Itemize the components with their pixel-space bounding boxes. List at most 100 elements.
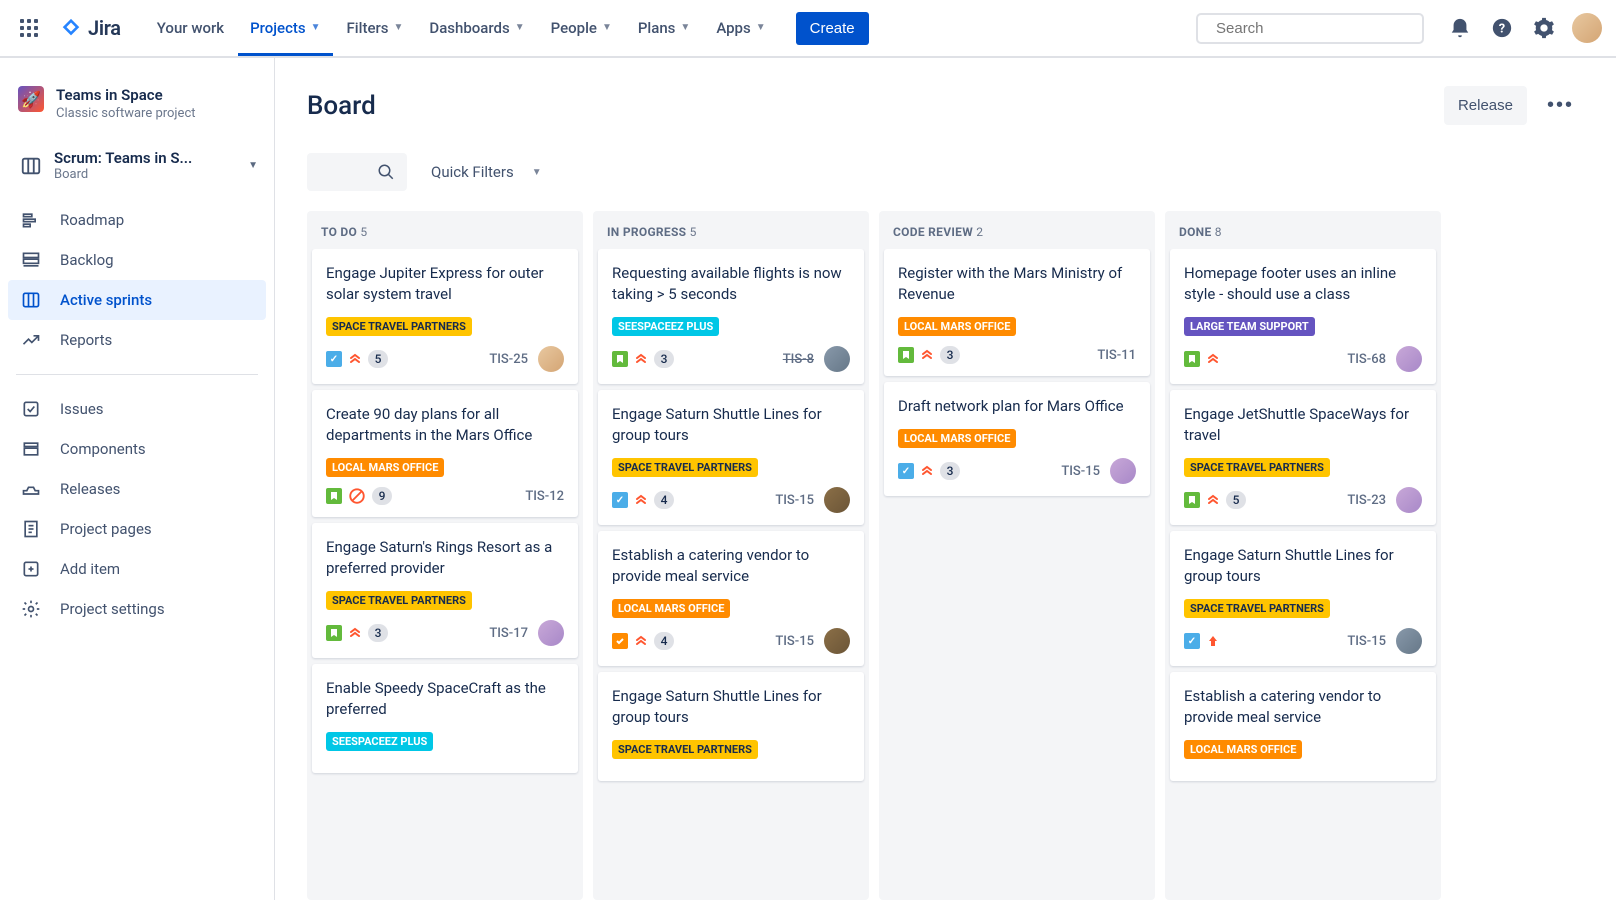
nav-people[interactable]: People▼ [539, 1, 624, 56]
epic-label[interactable]: SEESPACEEZ PLUS [612, 317, 719, 336]
issue-type-icon: ✓ [612, 492, 628, 508]
card-footer: 3 TIS-11 [898, 346, 1136, 364]
epic-label[interactable]: SPACE TRAVEL PARTNERS [612, 458, 758, 477]
epic-label[interactable]: SEESPACEEZ PLUS [326, 732, 433, 751]
sidebar-item-active-sprints[interactable]: Active sprints [8, 280, 266, 320]
board-columns: TO DO 5Engage Jupiter Express for outer … [307, 211, 1584, 900]
card-footer: TIS-68 [1184, 346, 1422, 372]
card-title: Establish a catering vendor to provide m… [1184, 686, 1422, 728]
board-search[interactable] [307, 153, 407, 191]
nav-your-work[interactable]: Your work [145, 1, 236, 56]
jira-logo[interactable]: Jira [60, 16, 121, 40]
assignee-avatar[interactable] [1110, 458, 1136, 484]
project-header[interactable]: 🚀 Teams in Space Classic software projec… [8, 78, 266, 139]
roadmap-icon [20, 210, 42, 230]
assignee-avatar[interactable] [824, 628, 850, 654]
issue-key[interactable]: TIS-23 [1347, 493, 1386, 508]
issue-card[interactable]: Draft network plan for Mars OfficeLOCAL … [884, 382, 1150, 496]
sprints-icon [20, 290, 42, 310]
sidebar-item-issues[interactable]: Issues [8, 389, 266, 429]
board-name: Scrum: Teams in S... [54, 149, 236, 167]
sidebar-item-project-settings[interactable]: Project settings [8, 589, 266, 629]
issue-key[interactable]: TIS-15 [1061, 464, 1100, 479]
issue-card[interactable]: Engage Jupiter Express for outer solar s… [312, 249, 578, 384]
issue-key[interactable]: TIS-15 [775, 634, 814, 649]
card-footer: ✓TIS-15 [1184, 628, 1422, 654]
issue-card[interactable]: Enable Speedy SpaceCraft as the preferre… [312, 664, 578, 773]
epic-label[interactable]: LOCAL MARS OFFICE [898, 429, 1016, 448]
sidebar-item-releases[interactable]: Releases [8, 469, 266, 509]
issue-card[interactable]: Engage Saturn's Rings Resort as a prefer… [312, 523, 578, 658]
issue-card[interactable]: Engage JetShuttle SpaceWays for travelSP… [1170, 390, 1436, 525]
global-search[interactable] [1196, 13, 1424, 44]
assignee-avatar[interactable] [824, 487, 850, 513]
issue-card[interactable]: Register with the Mars Ministry of Reven… [884, 249, 1150, 376]
sidebar-item-add-item[interactable]: Add item [8, 549, 266, 589]
epic-label[interactable]: SPACE TRAVEL PARTNERS [1184, 599, 1330, 618]
assignee-avatar[interactable] [824, 346, 850, 372]
priority-icon [348, 352, 362, 366]
issue-card[interactable]: Establish a catering vendor to provide m… [1170, 672, 1436, 781]
add-icon [20, 559, 42, 579]
app-switcher-icon[interactable] [14, 13, 44, 43]
epic-label[interactable]: LARGE TEAM SUPPORT [1184, 317, 1315, 336]
assignee-avatar[interactable] [538, 620, 564, 646]
settings-icon[interactable] [1530, 14, 1558, 42]
create-button[interactable]: Create [796, 12, 869, 45]
nav-apps[interactable]: Apps▼ [704, 1, 777, 56]
issue-key[interactable]: TIS-68 [1347, 352, 1386, 367]
board-selector[interactable]: Scrum: Teams in S... Board ▼ [8, 139, 266, 200]
quick-filters[interactable]: Quick Filters ▼ [431, 163, 542, 181]
issue-card[interactable]: Engage Saturn Shuttle Lines for group to… [598, 672, 864, 781]
issue-key[interactable]: TIS-8 [783, 352, 814, 367]
issue-card[interactable]: Requesting available flights is now taki… [598, 249, 864, 384]
sidebar-item-backlog[interactable]: Backlog [8, 240, 266, 280]
epic-label[interactable]: SPACE TRAVEL PARTNERS [326, 317, 472, 336]
issue-card[interactable]: Create 90 day plans for all departments … [312, 390, 578, 517]
issue-card[interactable]: Engage Saturn Shuttle Lines for group to… [598, 390, 864, 525]
story-points: 3 [940, 346, 960, 364]
epic-label[interactable]: LOCAL MARS OFFICE [1184, 740, 1302, 759]
story-points: 4 [654, 491, 674, 509]
nav-dashboards[interactable]: Dashboards▼ [417, 1, 536, 56]
epic-label[interactable]: LOCAL MARS OFFICE [326, 458, 444, 477]
priority-icon [920, 464, 934, 478]
card-footer: ✓5TIS-25 [326, 346, 564, 372]
notifications-icon[interactable] [1446, 14, 1474, 42]
assignee-avatar[interactable] [1396, 346, 1422, 372]
issue-key[interactable]: TIS-11 [1097, 348, 1136, 363]
issue-key[interactable]: TIS-15 [1347, 634, 1386, 649]
profile-avatar[interactable] [1572, 13, 1602, 43]
issue-type-icon [326, 488, 342, 504]
sidebar-item-roadmap[interactable]: Roadmap [8, 200, 266, 240]
epic-label[interactable]: SPACE TRAVEL PARTNERS [1184, 458, 1330, 477]
epic-label[interactable]: LOCAL MARS OFFICE [898, 317, 1016, 336]
assignee-avatar[interactable] [538, 346, 564, 372]
epic-label[interactable]: SPACE TRAVEL PARTNERS [326, 591, 472, 610]
sidebar-item-project-pages[interactable]: Project pages [8, 509, 266, 549]
assignee-avatar[interactable] [1396, 628, 1422, 654]
issue-type-icon [1184, 492, 1200, 508]
nav-plans[interactable]: Plans▼ [626, 1, 702, 56]
sidebar-item-reports[interactable]: Reports [8, 320, 266, 360]
issue-key[interactable]: TIS-15 [775, 493, 814, 508]
help-icon[interactable]: ? [1488, 14, 1516, 42]
nav-filters[interactable]: Filters▼ [335, 1, 416, 56]
issue-key[interactable]: TIS-12 [525, 489, 564, 504]
issue-key[interactable]: TIS-25 [489, 352, 528, 367]
issue-card[interactable]: Establish a catering vendor to provide m… [598, 531, 864, 666]
card-title: Enable Speedy SpaceCraft as the preferre… [326, 678, 564, 720]
issue-key[interactable]: TIS-17 [489, 626, 528, 641]
search-input[interactable] [1216, 20, 1415, 37]
more-button[interactable]: ••• [1537, 86, 1584, 125]
column-header: DONE 8 [1165, 211, 1441, 249]
assignee-avatar[interactable] [1396, 487, 1422, 513]
issue-card[interactable]: Homepage footer uses an inline style - s… [1170, 249, 1436, 384]
epic-label[interactable]: LOCAL MARS OFFICE [612, 599, 730, 618]
issue-card[interactable]: Engage Saturn Shuttle Lines for group to… [1170, 531, 1436, 666]
release-button[interactable]: Release [1444, 86, 1527, 125]
blocked-icon [348, 487, 366, 505]
epic-label[interactable]: SPACE TRAVEL PARTNERS [612, 740, 758, 759]
nav-projects[interactable]: Projects▼ [238, 1, 332, 56]
sidebar-item-components[interactable]: Components [8, 429, 266, 469]
